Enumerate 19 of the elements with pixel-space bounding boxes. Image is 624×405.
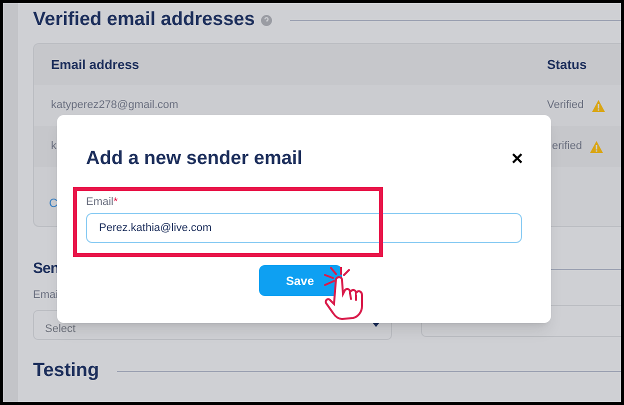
- column-header: Status: [547, 56, 587, 74]
- close-button[interactable]: ×: [511, 149, 523, 170]
- table-cell-text: k: [51, 139, 58, 154]
- warning-icon: [592, 100, 605, 112]
- field-label: Email: [86, 196, 114, 208]
- dialog-title: Add a new sender email: [86, 147, 302, 171]
- table-cell-text: Verified: [547, 98, 584, 114]
- help-icon: [260, 14, 272, 26]
- section-heading: Verified email addresses: [33, 8, 255, 32]
- section-heading: Testing: [33, 359, 100, 384]
- required-mark: *: [114, 196, 118, 208]
- table-cell-text: katyperez278@gmail.com: [51, 98, 180, 114]
- column-header: Email address: [51, 56, 140, 74]
- email-field[interactable]: Perez.kathia@live.com: [86, 213, 522, 243]
- select-placeholder: Select: [45, 322, 76, 338]
- save-button[interactable]: Save: [258, 265, 342, 296]
- table-cell-text: erified: [552, 139, 582, 154]
- link[interactable]: C: [49, 196, 58, 210]
- warning-icon: [590, 140, 603, 152]
